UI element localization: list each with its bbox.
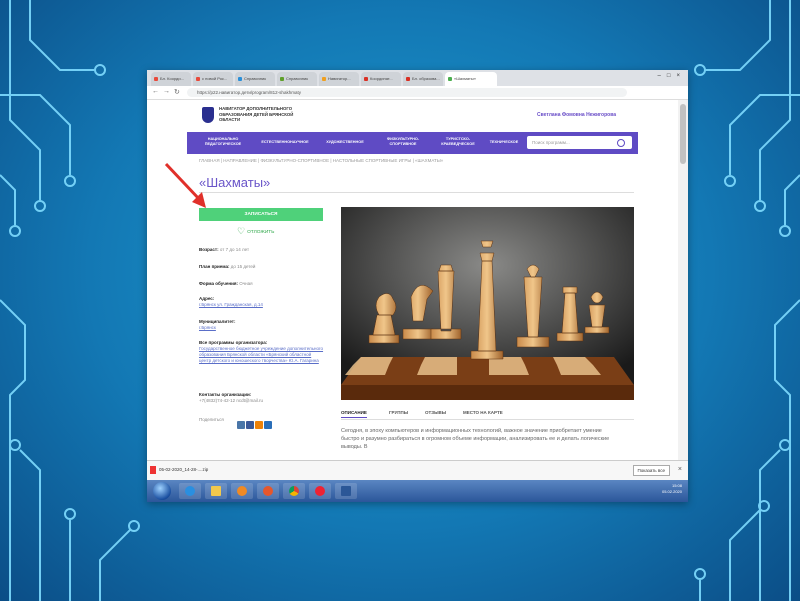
program-description: Сегодня, в эпоху компьютеров и информаци… bbox=[341, 428, 610, 450]
tab-favicon bbox=[154, 77, 158, 81]
mail-icon[interactable] bbox=[264, 421, 272, 429]
windows-taskbar: 15:08 05.02.2020 bbox=[147, 480, 688, 502]
forward-button[interactable]: → bbox=[163, 88, 170, 95]
tab-map[interactable]: МЕСТО НА КАРТЕ bbox=[463, 410, 503, 415]
browser-tab[interactable]: Бл. Коорди... bbox=[151, 72, 191, 86]
browser-tab[interactable]: Справочник bbox=[277, 72, 317, 86]
search-icon[interactable] bbox=[617, 139, 625, 147]
direction-menu: НАЦИОНАЛЬНО ПЕДАГОГИЧЕСКОЕ ЕСТЕСТВЕННОНА… bbox=[187, 132, 638, 154]
tab-favicon bbox=[406, 77, 410, 81]
divider bbox=[199, 192, 634, 193]
reload-button[interactable]: ↻ bbox=[174, 88, 180, 96]
plan-info: План приема: до 15 детей bbox=[199, 264, 256, 269]
web-page: НАВИГАТОР ДОПОЛНИТЕЛЬНОГО ОБРАЗОВАНИЯ ДЕ… bbox=[147, 100, 678, 460]
download-bar: 05-02-2020_14-28-....zip Показать все × bbox=[147, 460, 688, 481]
browser-tab[interactable]: Навигатор... bbox=[319, 72, 359, 86]
tab-favicon bbox=[448, 77, 452, 81]
organizer-programs: Все программы организатора: Государственн… bbox=[199, 340, 324, 363]
vk-icon[interactable] bbox=[237, 421, 245, 429]
menu-item[interactable]: ФИЗКУЛЬТУРНО-СПОРТИВНОЕ bbox=[377, 137, 429, 147]
window-controls[interactable]: –□× bbox=[658, 73, 686, 79]
browser-tab[interactable]: Бл. образова... bbox=[403, 72, 443, 86]
tab-description[interactable]: ОПИСАНИЕ bbox=[341, 410, 367, 418]
archive-file-icon bbox=[150, 466, 156, 474]
browser-tab[interactable]: Справочник bbox=[235, 72, 275, 86]
url-input[interactable]: https://p22.навигатор.дети/program/812-s… bbox=[187, 88, 627, 97]
menu-item[interactable]: ЕСТЕСТВЕННОНАУЧНОЕ bbox=[257, 140, 313, 145]
address-info: Адрес: г.Брянск ул. Гражданская, д.14 bbox=[199, 296, 263, 307]
heart-icon: ♡ bbox=[237, 226, 246, 236]
municipality-info: Муниципалитет: г.Брянск bbox=[199, 319, 236, 330]
page-scrollbar[interactable] bbox=[678, 100, 688, 460]
odnoklassniki-icon[interactable] bbox=[255, 421, 263, 429]
menu-item[interactable]: ТЕХНИЧЕСКОЕ bbox=[485, 140, 523, 145]
favorite-button[interactable]: ♡ ОТЛОЖИТЬ bbox=[237, 226, 274, 237]
menu-item[interactable]: ХУДОЖЕСТВЕННОЕ bbox=[321, 140, 369, 145]
tab-favicon bbox=[322, 77, 326, 81]
contacts-info: Контакты организации: +7(4832)74-42-12 nc… bbox=[199, 392, 263, 403]
form-info: Форма обучения: Очная bbox=[199, 281, 253, 286]
chrome-icon[interactable] bbox=[283, 483, 305, 499]
browser-tab-active[interactable]: «Шахматы» bbox=[445, 72, 497, 86]
facebook-icon[interactable] bbox=[246, 421, 254, 429]
age-info: Возраст: от 7 до 14 лет bbox=[199, 247, 250, 252]
word-icon[interactable] bbox=[335, 483, 357, 499]
share-buttons bbox=[237, 416, 273, 434]
user-name[interactable]: Светлана Фомовна Нежигорова bbox=[537, 112, 616, 118]
tab-favicon bbox=[280, 77, 284, 81]
download-item[interactable]: 05-02-2020_14-28-....zip bbox=[159, 467, 208, 472]
explorer-icon[interactable] bbox=[205, 483, 227, 499]
tab-favicon bbox=[238, 77, 242, 81]
ie-icon[interactable] bbox=[179, 483, 201, 499]
chess-photo bbox=[341, 207, 634, 400]
tab-favicon bbox=[364, 77, 368, 81]
tab-groups[interactable]: ГРУППЫ bbox=[389, 410, 408, 415]
tab-reviews[interactable]: ОТЗЫВЫ bbox=[425, 410, 446, 415]
scrollbar-thumb[interactable] bbox=[680, 104, 686, 164]
breadcrumb[interactable]: ГЛАВНАЯ | НАПРАВЛЕНИЕ | ФИЗКУЛЬТУРНО-СПО… bbox=[199, 158, 443, 163]
coat-of-arms-icon bbox=[202, 107, 214, 123]
address-bar: ← → ↻ https://p22.навигатор.дети/program… bbox=[147, 86, 688, 100]
tab-favicon bbox=[196, 77, 200, 81]
firefox-icon[interactable] bbox=[257, 483, 279, 499]
browser-screenshot: Бл. Коорди... с новой Рос... Справочник … bbox=[147, 70, 688, 502]
tab-bar: Бл. Коорди... с новой Рос... Справочник … bbox=[147, 70, 688, 86]
start-button[interactable] bbox=[153, 482, 171, 500]
browser-tab[interactable]: Координат... bbox=[361, 72, 401, 86]
yandex-icon[interactable] bbox=[309, 483, 331, 499]
site-header: НАВИГАТОР ДОПОЛНИТЕЛЬНОГО ОБРАЗОВАНИЯ ДЕ… bbox=[147, 100, 678, 132]
close-download-bar-icon[interactable]: × bbox=[678, 466, 682, 473]
share-label: Поделиться bbox=[199, 417, 224, 422]
program-tabs: ОПИСАНИЕ ГРУППЫ ОТЗЫВЫ МЕСТО НА КАРТЕ bbox=[341, 407, 634, 420]
show-all-downloads-button[interactable]: Показать все bbox=[632, 465, 670, 476]
back-button[interactable]: ← bbox=[152, 88, 159, 95]
menu-item[interactable]: ТУРИСТСКО-КРАЕВЕДЧЕСКОЕ bbox=[435, 137, 481, 147]
menu-item[interactable]: НАЦИОНАЛЬНО ПЕДАГОГИЧЕСКОЕ bbox=[201, 137, 245, 147]
browser-tab[interactable]: с новой Рос... bbox=[193, 72, 233, 86]
system-clock[interactable]: 15:08 05.02.2020 bbox=[662, 483, 682, 495]
red-arrow-annotation bbox=[164, 162, 206, 208]
site-logo-text[interactable]: НАВИГАТОР ДОПОЛНИТЕЛЬНОГО ОБРАЗОВАНИЯ ДЕ… bbox=[219, 106, 309, 123]
media-player-icon[interactable] bbox=[231, 483, 253, 499]
